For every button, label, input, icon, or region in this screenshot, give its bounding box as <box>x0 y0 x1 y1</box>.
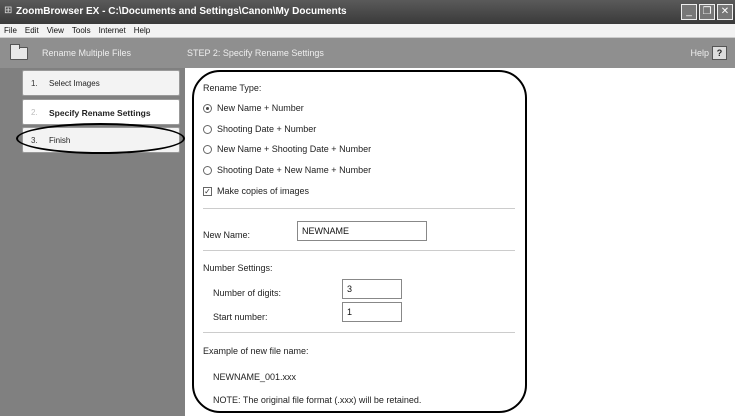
menu-tools[interactable]: Tools <box>72 24 91 37</box>
step-specify-rename-settings[interactable]: 2. Specify Rename Settings <box>22 99 180 125</box>
step-label: Specify Rename Settings <box>49 108 151 118</box>
highlight-oval <box>16 123 185 154</box>
highlight-oval <box>192 70 527 413</box>
app-icon: ⊞ <box>4 5 13 16</box>
menu-internet[interactable]: Internet <box>99 24 126 37</box>
step-title: STEP 2: Specify Rename Settings <box>187 48 324 58</box>
step-number: 1. <box>31 79 38 88</box>
window-controls: _ ❐ ✕ <box>681 4 733 20</box>
menu-file[interactable]: File <box>4 24 17 37</box>
window-title: ZoomBrowser EX - C:\Documents and Settin… <box>16 6 347 17</box>
folder-icon <box>10 44 28 60</box>
step-label: Select Images <box>49 79 100 88</box>
sidebar-title: Rename Multiple Files <box>42 48 132 58</box>
minimize-button[interactable]: _ <box>681 4 697 20</box>
menu-help[interactable]: Help <box>134 24 150 37</box>
header-bar: Rename Multiple Files STEP 2: Specify Re… <box>0 38 735 68</box>
menu-edit[interactable]: Edit <box>25 24 39 37</box>
menu-bar: File Edit View Tools Internet Help <box>0 24 735 38</box>
step-select-images[interactable]: 1. Select Images <box>22 70 180 96</box>
help-button[interactable]: ? <box>712 46 727 60</box>
title-bar: ⊞ ZoomBrowser EX - C:\Documents and Sett… <box>0 0 735 24</box>
menu-view[interactable]: View <box>47 24 64 37</box>
step-number: 2. <box>31 108 38 117</box>
restore-button[interactable]: ❐ <box>699 4 715 20</box>
close-button[interactable]: ✕ <box>717 4 733 20</box>
help-label[interactable]: Help <box>690 48 709 58</box>
